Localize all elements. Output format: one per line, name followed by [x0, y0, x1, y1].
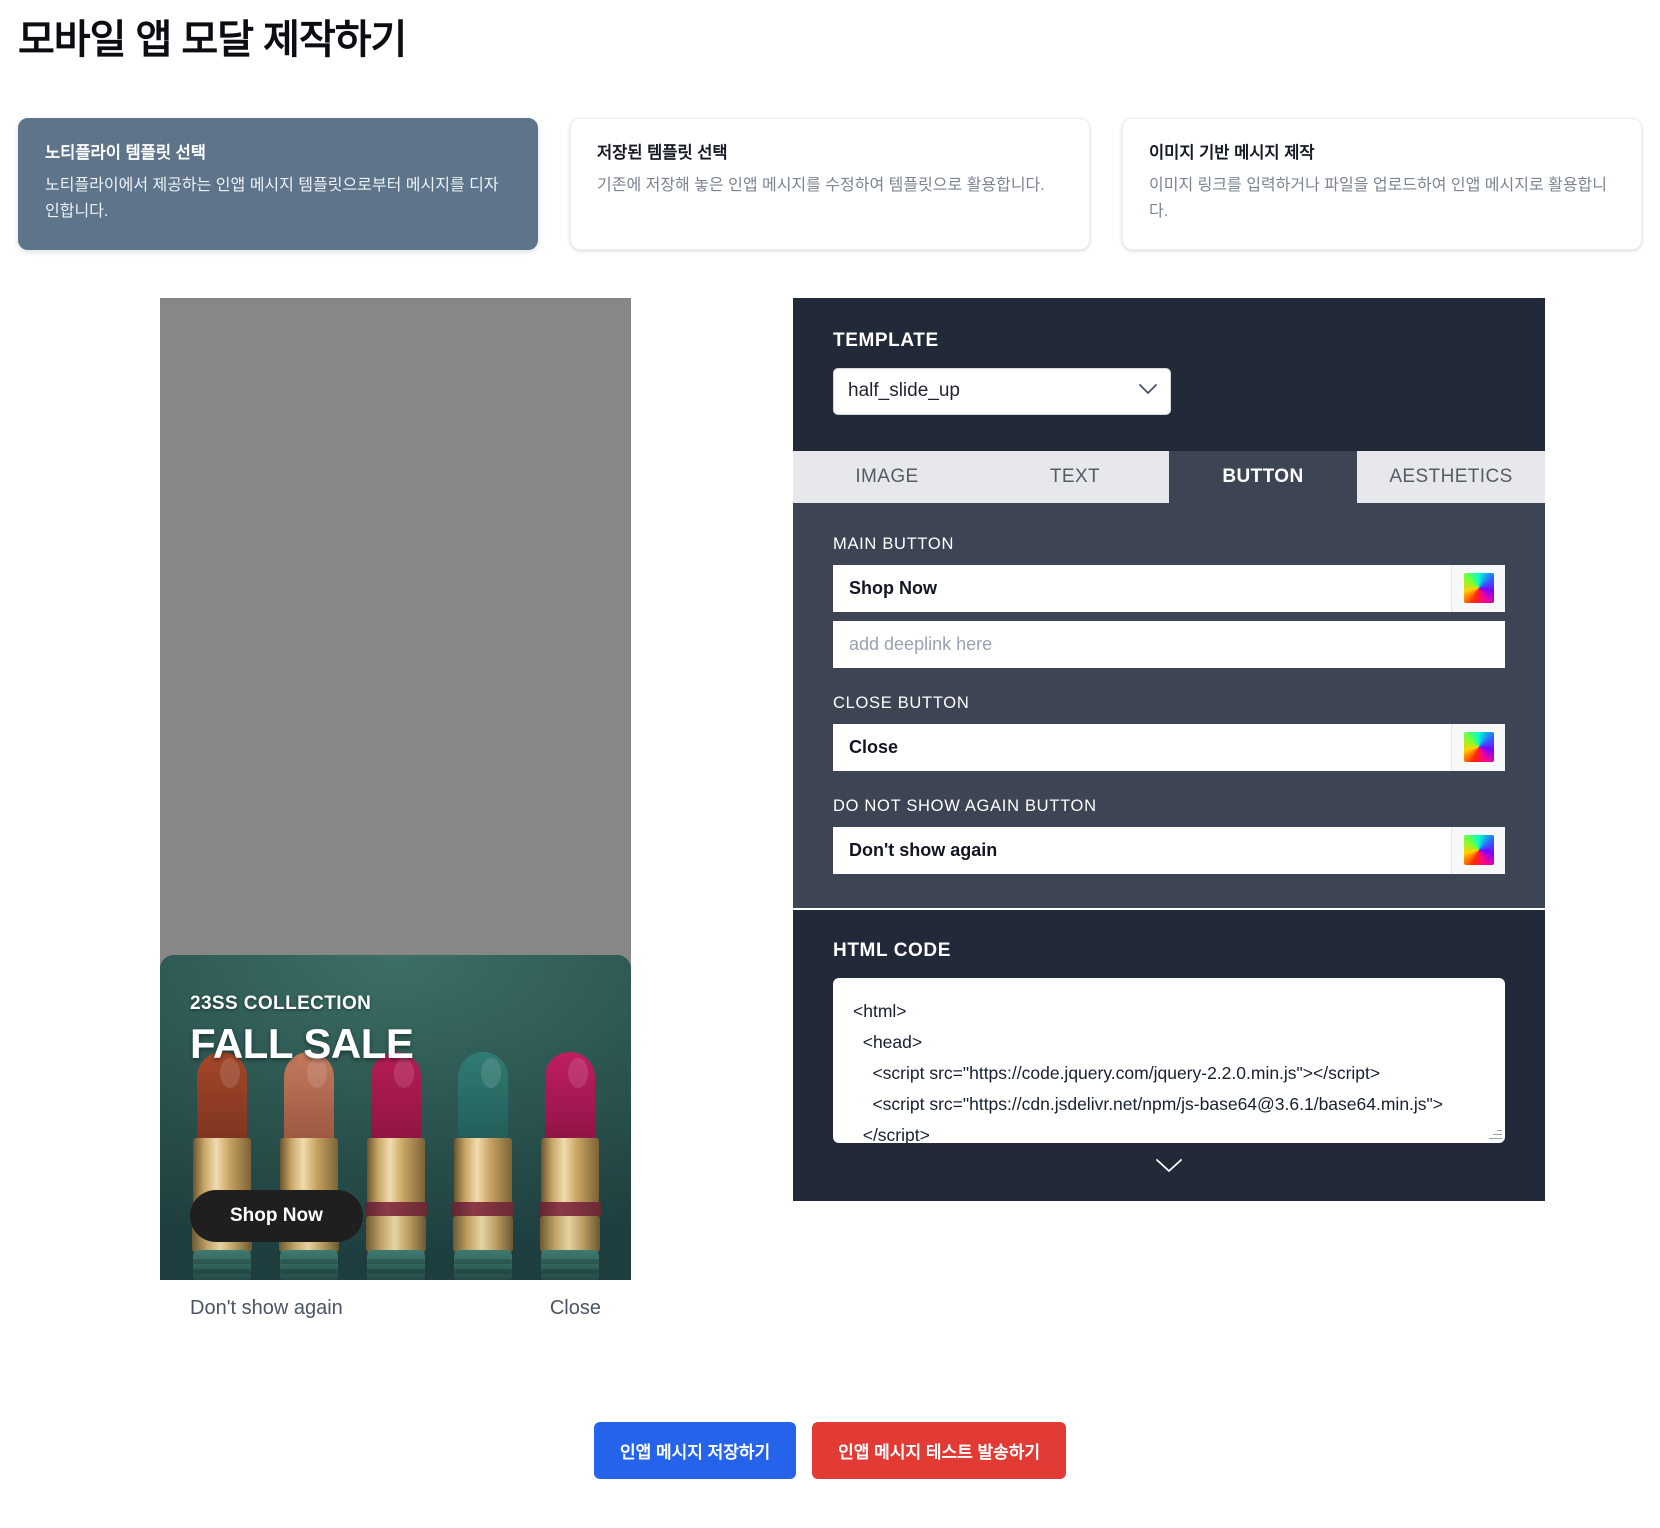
chevron-down-icon [1156, 1158, 1182, 1172]
option-card-title: 이미지 기반 메시지 제작 [1149, 144, 1315, 162]
color-wheel-icon [1463, 835, 1494, 866]
color-wheel-icon [1463, 732, 1494, 763]
close-button-color-picker[interactable] [1451, 723, 1505, 771]
option-card-image-based[interactable]: 이미지 기반 메시지 제작 이미지 링크를 입력하거나 파일을 업로드하여 인앱… [1122, 118, 1642, 250]
page-title: 모바일 앱 모달 제작하기 [18, 18, 407, 62]
editor-tabs: IMAGE TEXT BUTTON AESTHETICS [793, 450, 1545, 503]
lipstick-icon [364, 1051, 427, 1280]
color-wheel-icon [1463, 573, 1494, 604]
lipstick-icon [277, 1051, 340, 1280]
close-button-label: CLOSE BUTTON [833, 693, 970, 712]
option-card-saved-template[interactable]: 저장된 템플릿 선택 기존에 저장해 놓은 인앱 메시지를 수정하여 템플릿으로… [570, 118, 1090, 250]
sale-headline: FALL SALE [190, 1019, 414, 1067]
editor-column: TEMPLATE half_slide_up IMAGE TEXT BUTTON… [793, 297, 1642, 1201]
modal-footer: Don't show again Close [160, 1279, 631, 1338]
main-button-color-picker[interactable] [1451, 564, 1505, 612]
option-card-description: 이미지 링크를 입력하거나 파일을 업로드하여 인앱 메시지로 활용합니다. [1149, 176, 1607, 220]
lipstick-icon [451, 1051, 514, 1280]
close-button-input-row [833, 723, 1505, 771]
html-code-content: <html> <head> <script src="https://code.… [853, 1000, 1443, 1143]
deeplink-input-row [833, 620, 1505, 668]
template-select-wrapper: half_slide_up [833, 367, 1171, 415]
preview-shop-now-button[interactable]: Shop Now [190, 1189, 363, 1242]
template-section-label: TEMPLATE [833, 329, 939, 351]
option-card-title: 저장된 템플릿 선택 [597, 144, 728, 162]
lipstick-illustration [160, 1030, 631, 1280]
do-not-show-again-field-group: DO NOT SHOW AGAIN BUTTON [833, 797, 1505, 874]
option-card-list: 노티플라이 템플릿 선택 노티플라이에서 제공하는 인앱 메시지 템플릿으로부터… [0, 66, 1660, 250]
test-send-in-app-message-button[interactable]: 인앱 메시지 테스트 발송하기 [812, 1421, 1067, 1479]
button-settings-panel: MAIN BUTTON CLOSE BUTTON [793, 502, 1545, 908]
preview-column: 23SS COLLECTION FALL SALE Shop Now Don't… [18, 297, 793, 1338]
tab-image[interactable]: IMAGE [793, 451, 981, 503]
expand-code-button[interactable] [833, 1143, 1505, 1179]
tab-text[interactable]: TEXT [981, 451, 1169, 503]
tab-button[interactable]: BUTTON [1169, 450, 1357, 503]
do-not-show-again-label: DO NOT SHOW AGAIN BUTTON [833, 796, 1097, 815]
lipstick-icon [190, 1051, 253, 1280]
do-not-show-again-color-picker[interactable] [1451, 826, 1505, 874]
modal-text-overlay: 23SS COLLECTION FALL SALE [190, 992, 414, 1067]
in-app-modal: 23SS COLLECTION FALL SALE Shop Now [160, 954, 631, 1280]
collection-label: 23SS COLLECTION [190, 992, 372, 1014]
option-card-description: 노티플라이에서 제공하는 인앱 메시지 템플릿으로부터 메시지를 디자인합니다. [45, 176, 499, 220]
main-button-field-group: MAIN BUTTON [833, 535, 1505, 668]
editor-panel: TEMPLATE half_slide_up IMAGE TEXT BUTTON… [793, 297, 1545, 1201]
do-not-show-again-text-input[interactable] [833, 826, 1451, 874]
deeplink-input[interactable] [833, 620, 1505, 668]
template-select[interactable]: half_slide_up [833, 367, 1171, 415]
html-code-section: HTML CODE <html> <head> <script src="htt… [793, 907, 1545, 1201]
main-button-label: MAIN BUTTON [833, 534, 955, 553]
option-card-description: 기존에 저장해 놓은 인앱 메시지를 수정하여 템플릿으로 활용합니다. [597, 176, 1045, 194]
phone-preview: 23SS COLLECTION FALL SALE Shop Now Don't… [160, 297, 631, 1338]
preview-close-button[interactable]: Close [550, 1297, 601, 1320]
lipstick-icon [538, 1051, 601, 1280]
option-card-notifly-template[interactable]: 노티플라이 템플릿 선택 노티플라이에서 제공하는 인앱 메시지 템플릿으로부터… [18, 118, 538, 250]
save-in-app-message-button[interactable]: 인앱 메시지 저장하기 [593, 1421, 797, 1479]
close-button-text-input[interactable] [833, 723, 1451, 771]
app-root: 모바일 앱 모달 제작하기 노티플라이 템플릿 선택 노티플라이에서 제공하는 … [0, 0, 1660, 1528]
do-not-show-again-input-row [833, 826, 1505, 874]
html-code-textarea[interactable]: <html> <head> <script src="https://code.… [833, 977, 1505, 1143]
resize-handle[interactable] [1488, 1126, 1502, 1140]
main-area: 23SS COLLECTION FALL SALE Shop Now Don't… [0, 250, 1660, 1338]
preview-dont-show-again-button[interactable]: Don't show again [190, 1297, 343, 1320]
main-button-input-row [833, 564, 1505, 612]
bottom-action-bar: 인앱 메시지 저장하기 인앱 메시지 테스트 발송하기 [0, 1338, 1660, 1525]
option-card-title: 노티플라이 템플릿 선택 [45, 144, 206, 162]
html-code-label: HTML CODE [833, 939, 951, 961]
close-button-field-group: CLOSE BUTTON [833, 694, 1505, 771]
main-button-text-input[interactable] [833, 564, 1451, 612]
template-section: TEMPLATE half_slide_up [793, 297, 1545, 451]
tab-aesthetics[interactable]: AESTHETICS [1357, 451, 1545, 503]
